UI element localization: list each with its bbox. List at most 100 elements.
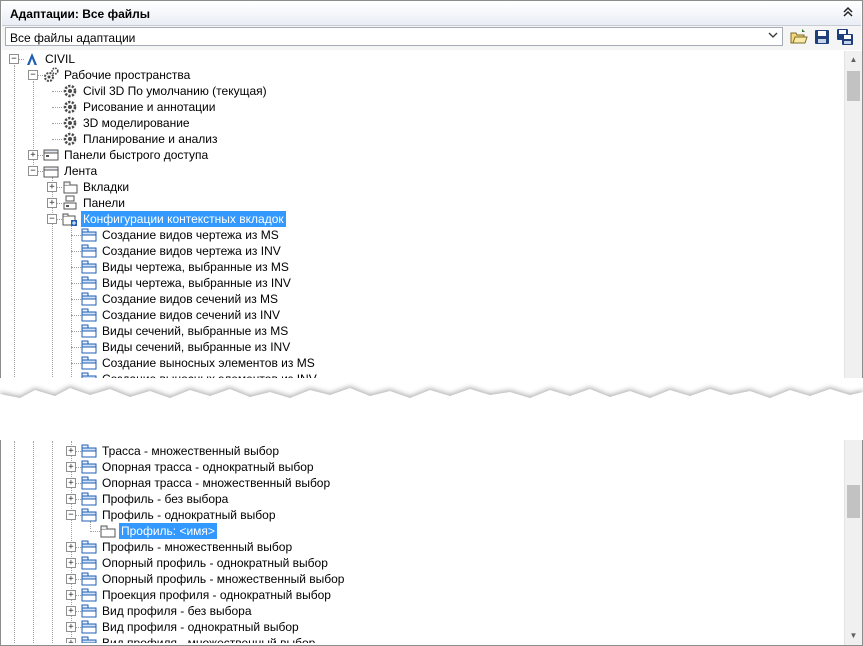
- tree-node-label: Профиль - без выбора: [102, 492, 229, 506]
- tree-node[interactable]: Создание видов сечений из MS: [4, 291, 842, 307]
- scroll-down-arrow-icon[interactable]: ▼: [845, 627, 862, 644]
- tree-node[interactable]: Виды чертежа, выбранные из INV: [4, 275, 842, 291]
- expand-node-icon[interactable]: +: [47, 182, 57, 192]
- tree-scrollbar[interactable]: ▲ ▼: [844, 51, 862, 645]
- panels-icon: [62, 195, 78, 211]
- double-chevron-up-icon[interactable]: [841, 6, 855, 20]
- tree-node[interactable]: + Проекция профиля - однократный выбор: [4, 587, 842, 603]
- tree-node-label: Вид профиля - множественный выбор: [102, 636, 316, 643]
- customization-tree[interactable]: − CIVIL − Рабочие пространства Civil 3D По у…: [4, 51, 842, 643]
- collapse-node-icon[interactable]: −: [28, 166, 38, 176]
- gear-icon: [62, 99, 78, 115]
- contextual-tab-icon: [81, 587, 97, 603]
- tree-node-label: Опорный профиль - однократный выбор: [102, 556, 328, 570]
- contextual-tab-states-icon: [62, 211, 78, 227]
- tree-node[interactable]: + Профиль - без выбора: [4, 491, 842, 507]
- expand-node-icon[interactable]: +: [66, 542, 76, 552]
- contextual-tab-icon: [81, 475, 97, 491]
- tree-node-label: Опорная трасса - однократный выбор: [102, 460, 314, 474]
- expand-node-icon[interactable]: +: [47, 198, 57, 208]
- tree-node-label: Опорная трасса - множественный выбор: [102, 476, 331, 490]
- workspaces-gears-icon: [43, 67, 59, 83]
- tree-node-label: Виды сечений, выбранные из MS: [102, 324, 289, 338]
- tree-node[interactable]: Виды сечений, выбранные из MS: [4, 323, 842, 339]
- tree-node[interactable]: + Вид профиля - множественный выбор: [4, 635, 842, 643]
- contextual-tab-icon: [81, 571, 97, 587]
- tree-node[interactable]: Создание видов чертежа из INV: [4, 243, 842, 259]
- tree-node[interactable]: + Опорный профиль - однократный выбор: [4, 555, 842, 571]
- tree-node[interactable]: Виды сечений, выбранные из INV: [4, 339, 842, 355]
- tree-node-label: Вкладки: [83, 180, 130, 194]
- tree-node[interactable]: − Рабочие пространства: [4, 67, 842, 83]
- contextual-tab-icon: [81, 259, 97, 275]
- tree-node[interactable]: Профиль: <имя>: [4, 523, 842, 539]
- tree-node-label: Проекция профиля - однократный выбор: [102, 588, 331, 602]
- customization-files-select[interactable]: Все файлы адаптации: [5, 27, 783, 46]
- collapse-node-icon[interactable]: −: [28, 70, 38, 80]
- expand-node-icon[interactable]: +: [66, 494, 76, 504]
- contextual-tab-icon: [81, 243, 97, 259]
- customizations-panel: Адаптации: Все файлы Все файлы адаптации…: [0, 0, 863, 646]
- tree-node-label: Лента: [64, 164, 98, 178]
- save-as-icon[interactable]: [836, 28, 854, 46]
- scrollbar-thumb-top[interactable]: [847, 71, 860, 101]
- ribbon-tab-icon: [100, 523, 116, 539]
- tree-node[interactable]: + Вид профиля - однократный выбор: [4, 619, 842, 635]
- tree-node[interactable]: − Профиль - однократный выбор: [4, 507, 842, 523]
- tree-node[interactable]: + Панели быстрого доступа: [4, 147, 842, 163]
- expand-node-icon[interactable]: +: [66, 574, 76, 584]
- tree-node-label: Вид профиля - однократный выбор: [102, 620, 299, 634]
- tree-node-label: Виды чертежа, выбранные из INV: [102, 276, 291, 290]
- tree-node-label: Рисование и аннотации: [83, 100, 216, 114]
- collapse-node-icon[interactable]: −: [66, 510, 76, 520]
- tree-node-label: Civil 3D По умолчанию (текущая): [83, 84, 267, 98]
- tree-node[interactable]: + Трасса - множественный выбор: [4, 443, 842, 459]
- expand-node-icon[interactable]: +: [28, 150, 38, 160]
- tree-node[interactable]: − Лента: [4, 163, 842, 179]
- expand-node-icon[interactable]: +: [66, 638, 76, 643]
- tree-node[interactable]: + Панели: [4, 195, 842, 211]
- save-icon[interactable]: [813, 28, 831, 46]
- tree-node[interactable]: + Профиль - множественный выбор: [4, 539, 842, 555]
- tree-node[interactable]: − Конфигурации контекстных вкладок: [4, 211, 842, 227]
- expand-node-icon[interactable]: +: [66, 462, 76, 472]
- scroll-up-arrow-icon[interactable]: ▲: [845, 51, 862, 68]
- expand-node-icon[interactable]: +: [66, 606, 76, 616]
- chevron-down-icon[interactable]: [768, 30, 778, 43]
- tree-node[interactable]: Планирование и анализ: [4, 131, 842, 147]
- tree-node-label: Рабочие пространства: [64, 68, 191, 82]
- panel-title: Адаптации: Все файлы: [10, 7, 150, 21]
- contextual-tab-icon: [81, 555, 97, 571]
- open-folder-icon[interactable]: [790, 28, 808, 46]
- tree-node[interactable]: Создание выносных элементов из MS: [4, 355, 842, 371]
- collapse-node-icon[interactable]: −: [9, 54, 19, 64]
- expand-node-icon[interactable]: +: [66, 478, 76, 488]
- expand-node-icon[interactable]: +: [66, 446, 76, 456]
- tree-node-label: Создание видов чертежа из INV: [102, 244, 281, 258]
- tree-node[interactable]: Рисование и аннотации: [4, 99, 842, 115]
- expand-node-icon[interactable]: +: [66, 622, 76, 632]
- tree-node[interactable]: + Опорный профиль - множественный выбор: [4, 571, 842, 587]
- tree-node[interactable]: Civil 3D По умолчанию (текущая): [4, 83, 842, 99]
- tree-node[interactable]: + Опорная трасса - множественный выбор: [4, 475, 842, 491]
- tree-node[interactable]: + Вкладки: [4, 179, 842, 195]
- tree-node-label: Создание выносных элементов из MS: [102, 356, 315, 370]
- tree-node[interactable]: − CIVIL: [4, 51, 842, 67]
- collapse-node-icon[interactable]: −: [47, 214, 57, 224]
- contextual-tab-icon: [81, 443, 97, 459]
- tree-node-label: 3D моделирование: [83, 116, 190, 130]
- tree-node-label: Опорный профиль - множественный выбор: [102, 572, 345, 586]
- expand-node-icon[interactable]: +: [66, 590, 76, 600]
- contextual-tab-icon: [81, 603, 97, 619]
- tree-node[interactable]: + Вид профиля - без выбора: [4, 603, 842, 619]
- scrollbar-thumb-bottom[interactable]: [847, 485, 860, 518]
- contextual-tab-icon: [81, 539, 97, 555]
- tree-node[interactable]: Создание видов чертежа из MS: [4, 227, 842, 243]
- tree-node[interactable]: + Опорная трасса - однократный выбор: [4, 459, 842, 475]
- select-value: Все файлы адаптации: [10, 31, 136, 45]
- tree-node[interactable]: Виды чертежа, выбранные из MS: [4, 259, 842, 275]
- tree-node[interactable]: 3D моделирование: [4, 115, 842, 131]
- tree-node-label: Профиль - однократный выбор: [102, 508, 276, 522]
- tree-node[interactable]: Создание видов сечений из INV: [4, 307, 842, 323]
- expand-node-icon[interactable]: +: [66, 558, 76, 568]
